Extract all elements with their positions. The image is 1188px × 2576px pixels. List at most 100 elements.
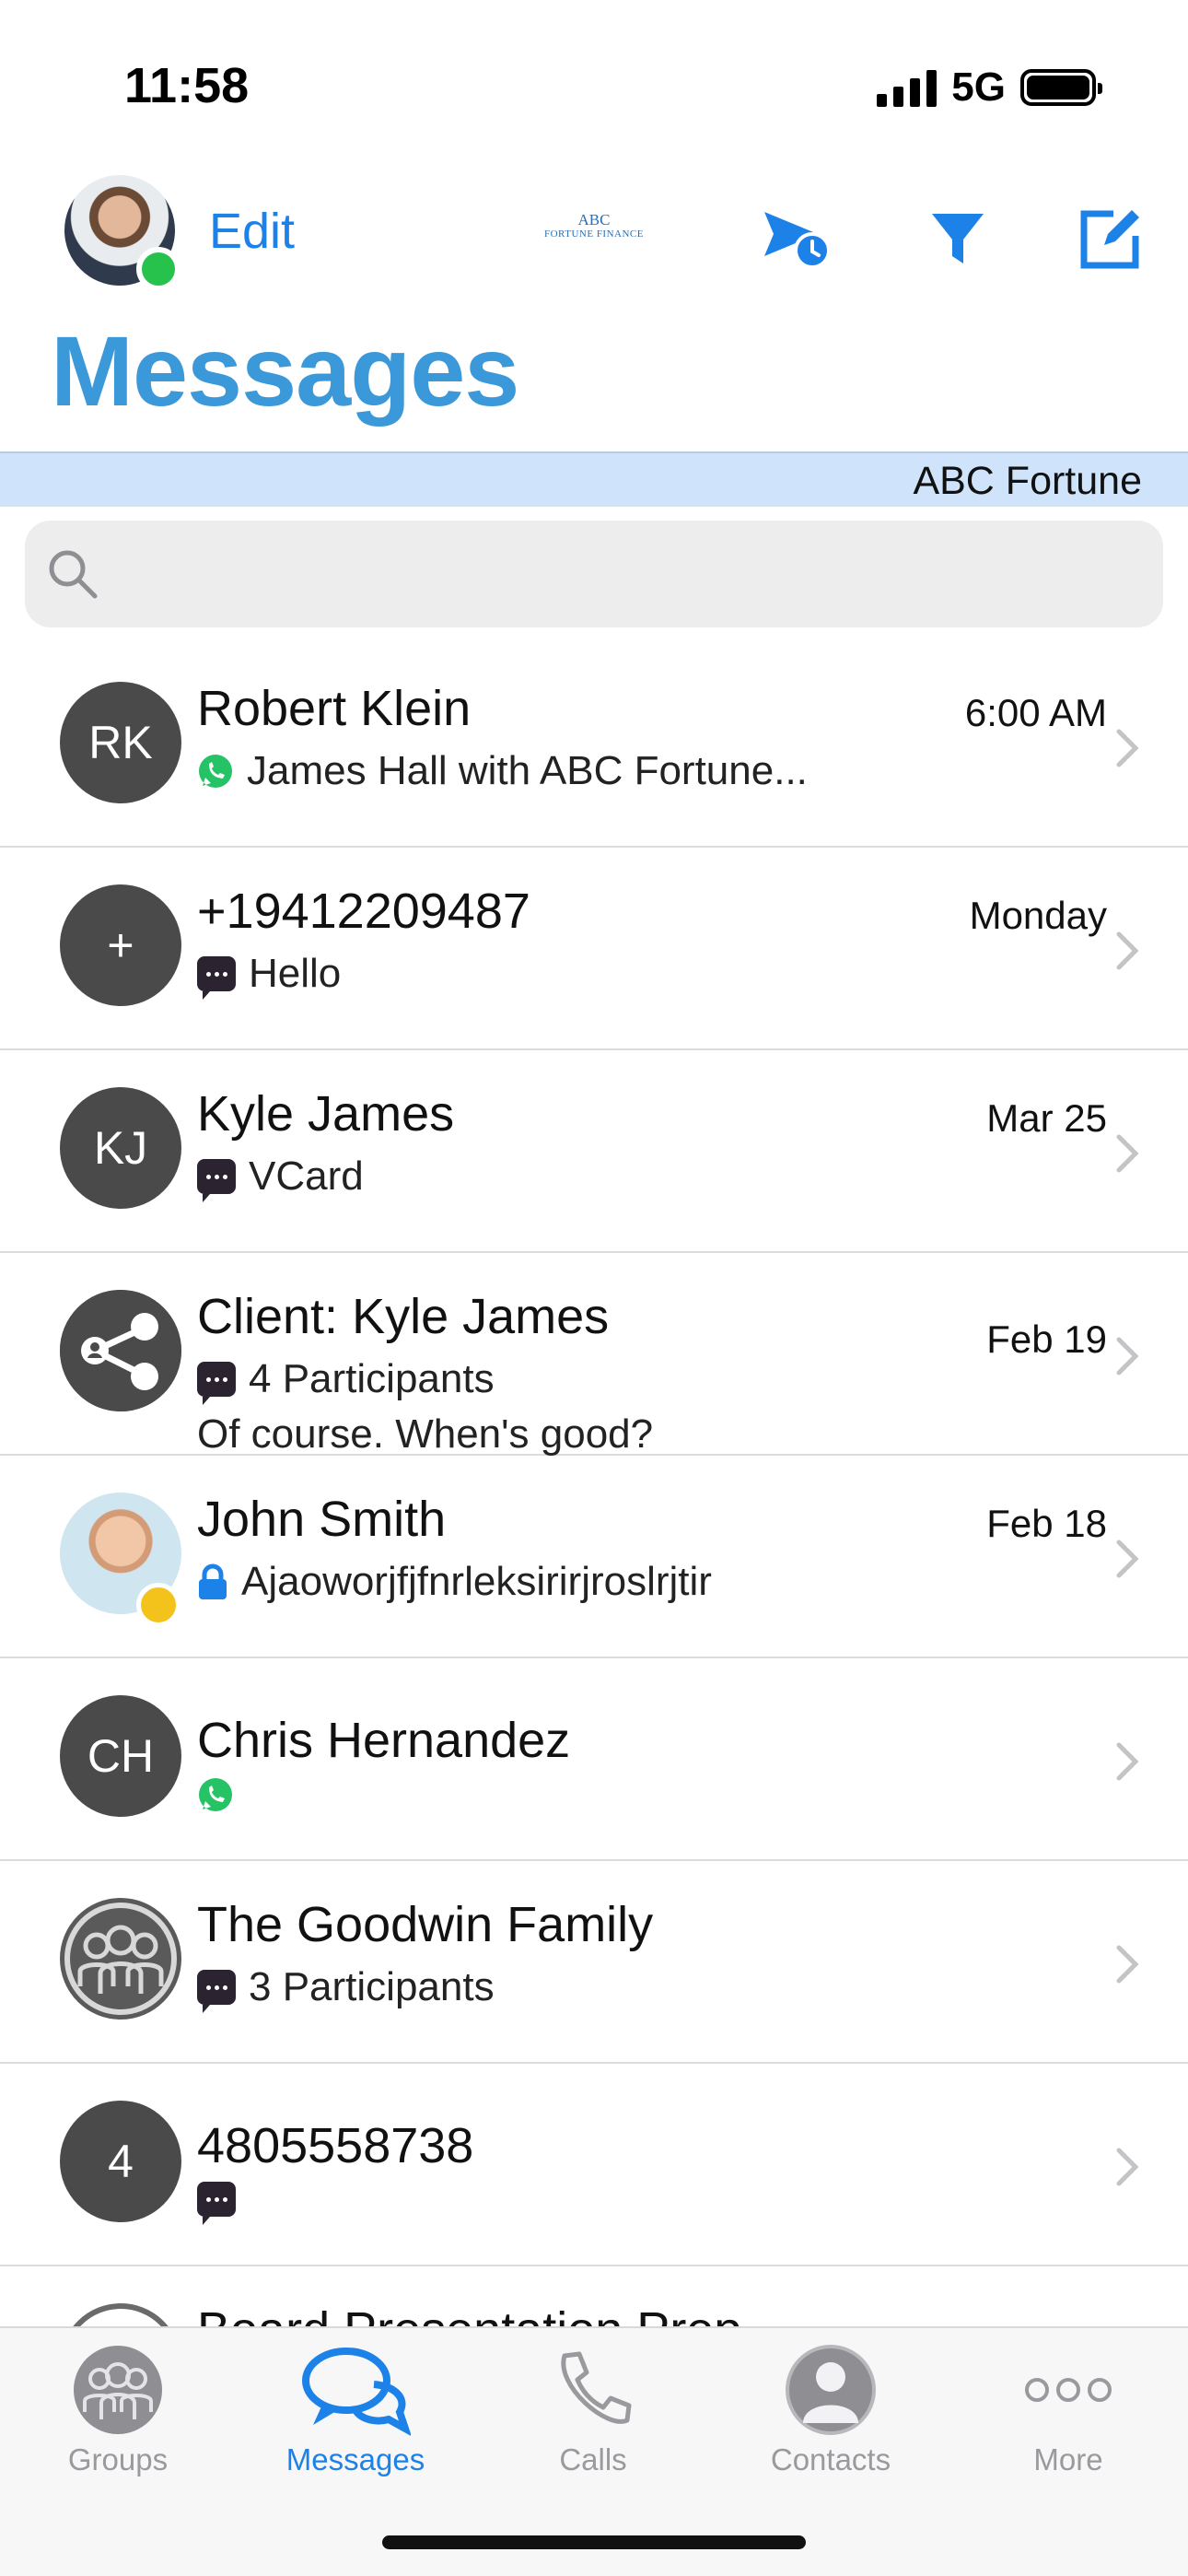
organization-banner: ABC Fortune — [0, 451, 1188, 507]
organization-name: ABC Fortune — [913, 459, 1142, 503]
participant-count: 4 Participants — [249, 1356, 495, 1401]
tab-label: Calls — [559, 2442, 627, 2476]
share-icon — [60, 1290, 181, 1411]
tab-label: Messages — [285, 2442, 425, 2476]
contact-avatar: CH — [60, 1695, 181, 1817]
conversation-preview-line: 3 Participants — [197, 1964, 495, 2013]
battery-icon — [1020, 69, 1102, 106]
chevron-right-icon — [1116, 1945, 1139, 1984]
conversation-preview-line: James Hall with ABC Fortune... — [197, 748, 808, 794]
conversation-row[interactable]: Board Presentation Prep — [0, 2266, 1188, 2326]
conversation-preview: James Hall with ABC Fortune... — [247, 748, 808, 793]
conversation-date: Feb 19 — [986, 1317, 1107, 1361]
avatar-initials: KJ — [93, 1122, 148, 1174]
page-title: Messages — [51, 315, 519, 427]
group-avatar — [60, 1898, 181, 2020]
conversation-name: Kyle James — [197, 1086, 455, 1142]
conversation-date: Feb 18 — [986, 1502, 1107, 1545]
conversation-preview: VCard — [249, 1153, 364, 1199]
contact-avatar: + — [60, 884, 181, 1006]
chevron-right-icon — [1116, 729, 1139, 767]
messages-screen: 11:58 5G Edit ABC FORTUNE FINANCE Messag… — [0, 0, 1188, 2576]
avatar-initials: + — [107, 919, 134, 971]
brand-logo-line2: FORTUNE FINANCE — [544, 228, 644, 240]
profile-avatar[interactable] — [64, 175, 181, 291]
tab-groups[interactable]: Groups — [26, 2339, 210, 2487]
tab-label: Groups — [67, 2442, 169, 2476]
conversation-preview: Of course. When's good? — [197, 1411, 654, 1457]
message-icon — [197, 1970, 236, 2013]
group-avatar — [60, 2303, 181, 2326]
conversation-name: 4805558738 — [197, 2118, 474, 2173]
chevron-right-icon — [1116, 1742, 1139, 1781]
messages-icon — [302, 2348, 411, 2436]
tab-calls[interactable]: Calls — [501, 2339, 685, 2487]
conversation-name: Robert Klein — [197, 681, 472, 736]
status-indicators: 5G — [877, 64, 1102, 111]
conversation-name: John Smith — [197, 1492, 447, 1547]
conversation-list[interactable]: RK Robert Klein James Hall with ABC Fort… — [0, 645, 1188, 2326]
conversation-preview: Hello — [249, 951, 342, 996]
conversation-preview: Ajaoworjfjfnrleksirirjroslrjtir — [241, 1559, 712, 1604]
contact-avatar: KJ — [60, 1087, 181, 1209]
phone-icon — [561, 2351, 632, 2424]
conversation-row[interactable]: + +19412209487 Hello Monday — [0, 848, 1188, 1050]
avatar-initials: CH — [87, 1730, 155, 1782]
avatar-initials: RK — [88, 717, 153, 768]
conversation-row[interactable]: 4 4805558738 — [0, 2064, 1188, 2266]
tab-more[interactable]: More — [976, 2339, 1160, 2487]
conversation-name: Board Presentation Prep — [197, 2301, 741, 2326]
search-bar[interactable] — [25, 521, 1163, 627]
conversation-name: Client: Kyle James — [197, 1289, 610, 1344]
contact-avatar: 4 — [60, 2101, 181, 2222]
contact-avatar: RK — [60, 682, 181, 803]
edit-button[interactable]: Edit — [209, 203, 295, 260]
message-icon — [197, 2182, 236, 2225]
away-status-indicator — [136, 1583, 181, 1627]
filter-icon[interactable] — [921, 203, 995, 276]
conversation-row[interactable]: Client: Kyle James 4 Participants Of cou… — [0, 1253, 1188, 1457]
message-icon — [197, 956, 236, 1000]
tab-label: Contacts — [770, 2442, 891, 2476]
online-status-indicator — [136, 247, 181, 291]
status-time: 11:58 — [124, 58, 250, 113]
conversation-preview-line — [197, 2182, 249, 2225]
lock-icon — [199, 1563, 227, 1599]
tab-contacts[interactable]: Contacts — [739, 2339, 923, 2487]
network-type: 5G — [951, 64, 1006, 110]
groups-icon — [74, 2346, 162, 2434]
conversation-preview-line: Hello — [197, 951, 342, 1000]
tab-messages[interactable]: Messages — [263, 2339, 448, 2487]
group-share-avatar — [60, 1290, 181, 1411]
chevron-right-icon — [1116, 2148, 1139, 2186]
conversation-preview-line — [197, 1776, 247, 1813]
conversation-name: Chris Hernandez — [197, 1713, 571, 1768]
chevron-right-icon — [1116, 931, 1139, 970]
search-icon — [45, 546, 100, 606]
compose-icon[interactable] — [1073, 203, 1147, 276]
conversation-name: +19412209487 — [197, 884, 530, 939]
chevron-right-icon — [1116, 1337, 1139, 1376]
whatsapp-icon — [199, 755, 232, 788]
more-icon — [1025, 2378, 1112, 2402]
header: Edit ABC FORTUNE FINANCE Messages — [0, 166, 1188, 442]
conversation-row[interactable]: John Smith Ajaoworjfjfnrleksirirjroslrjt… — [0, 1456, 1188, 1658]
conversation-row[interactable]: KJ Kyle James VCard Mar 25 — [0, 1050, 1188, 1253]
conversation-row[interactable]: The Goodwin Family 3 Participants — [0, 1861, 1188, 2064]
conversation-date: Mar 25 — [986, 1096, 1107, 1140]
conversation-preview-line: VCard — [197, 1153, 364, 1202]
group-icon — [63, 1901, 179, 2017]
cellular-signal-icon — [877, 68, 938, 107]
message-icon — [197, 1159, 236, 1202]
status-bar: 11:58 5G — [0, 0, 1188, 166]
contact-icon — [786, 2345, 876, 2435]
chevron-right-icon — [1116, 1540, 1139, 1578]
search-input[interactable] — [112, 539, 1125, 609]
conversation-row[interactable]: CH Chris Hernandez — [0, 1658, 1188, 1861]
home-indicator[interactable] — [382, 2535, 806, 2549]
tab-label: More — [1033, 2442, 1103, 2476]
participant-count: 3 Participants — [249, 1964, 495, 2009]
scheduled-send-icon[interactable] — [761, 203, 834, 276]
brand-logo: ABC FORTUNE FINANCE — [543, 212, 645, 240]
conversation-row[interactable]: RK Robert Klein James Hall with ABC Fort… — [0, 645, 1188, 848]
